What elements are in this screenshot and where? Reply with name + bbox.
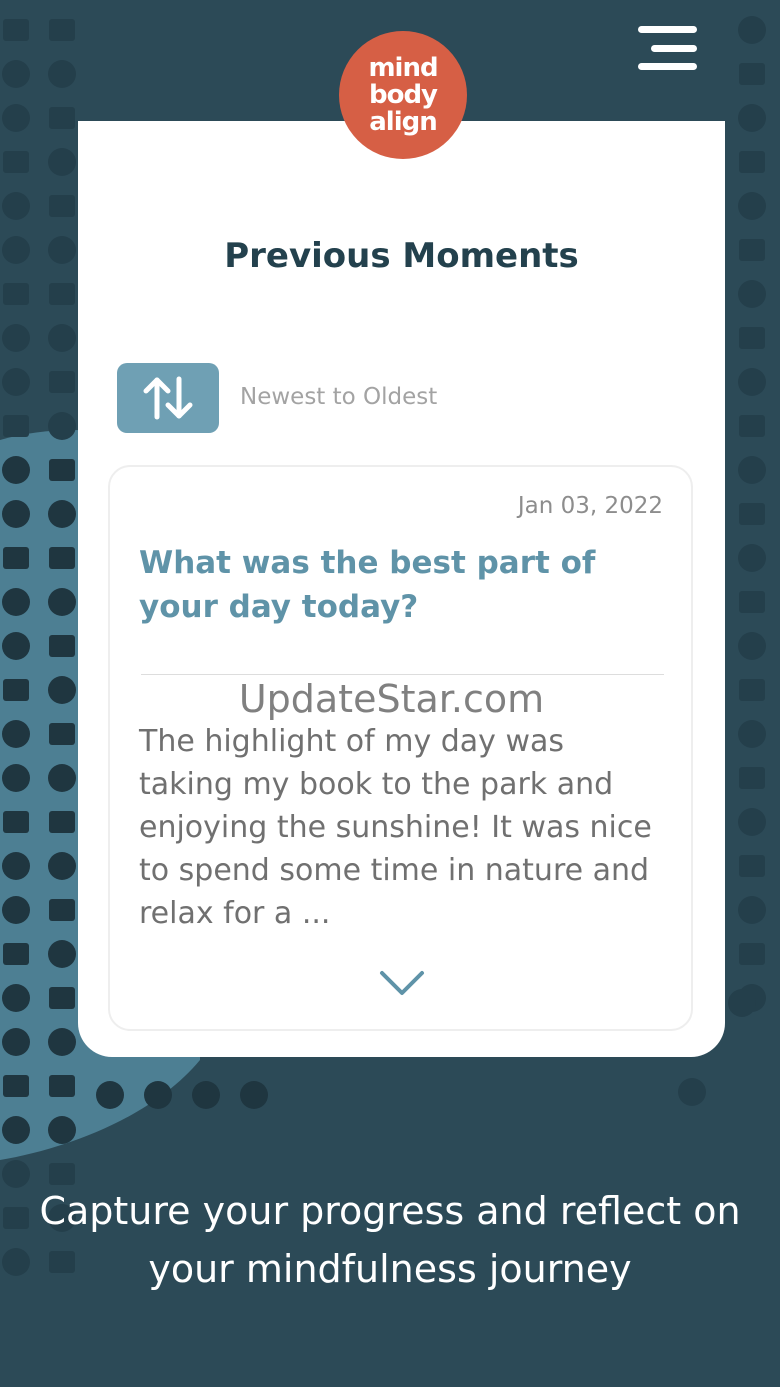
hamburger-menu-icon[interactable] [638, 26, 697, 70]
entry-divider [141, 674, 664, 675]
watermark: UpdateStar.com [238, 677, 545, 721]
chevron-down-icon[interactable] [378, 967, 426, 999]
logo-line-align: align [369, 106, 437, 137]
logo-line-body: body [368, 79, 438, 110]
phone-screen: mind body align Previous Moments Newest … [78, 0, 725, 1057]
app-logo: mind body align [339, 31, 467, 159]
page-title: Previous Moments [224, 236, 579, 276]
sort-label: Newest to Oldest [240, 384, 438, 410]
tagline: Capture your progress and reflect on you… [39, 1189, 741, 1291]
entry-date: Jan 03, 2022 [517, 493, 663, 519]
logo-line-mind: mind [368, 52, 438, 83]
entry-body: The highlight of my day was taking my bo… [139, 724, 652, 931]
entry-question: What was the best part of your day today… [139, 545, 596, 625]
sort-arrows-icon [143, 376, 193, 420]
sort-button[interactable] [117, 363, 219, 433]
entry-card[interactable]: Jan 03, 2022 What was the best part of y… [108, 465, 693, 1031]
